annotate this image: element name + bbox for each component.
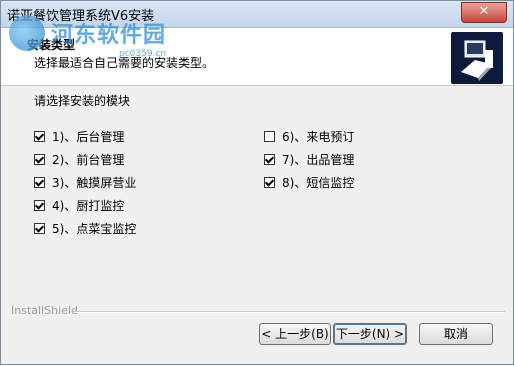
option-3[interactable]: 3)、触摸屏营业 xyxy=(34,174,136,190)
main-panel: 请选择安装的模块 1)、后台管理 2)、前台管理 3)、触摸屏营业 4)、厨打监… xyxy=(1,86,513,366)
checkbox[interactable] xyxy=(34,222,45,234)
checkbox[interactable] xyxy=(34,130,45,142)
cancel-button[interactable]: 取消 xyxy=(419,323,493,345)
option-label: 8)、短信监控 xyxy=(282,175,355,190)
header-panel: 安装类型 选择最适合自己需要的安装类型。 xyxy=(1,28,513,86)
module-prompt: 请选择安装的模块 xyxy=(34,94,131,108)
option-4[interactable]: 4)、厨打监控 xyxy=(34,197,124,213)
option-7[interactable]: 7)、出品管理 xyxy=(264,151,354,167)
checkbox[interactable] xyxy=(264,153,275,165)
title-bar: 诺亚餐饮管理系统V6安装 ✕ xyxy=(1,1,513,28)
option-label: 3)、触摸屏营业 xyxy=(52,175,137,190)
next-button[interactable]: 下一步(N) > xyxy=(333,323,407,345)
checkbox[interactable] xyxy=(34,199,45,211)
option-1[interactable]: 1)、后台管理 xyxy=(34,128,124,144)
option-5[interactable]: 5)、点菜宝监控 xyxy=(34,220,136,236)
close-button[interactable]: ✕ xyxy=(461,2,507,23)
window-title: 诺亚餐饮管理系统V6安装 xyxy=(7,9,155,24)
option-6[interactable]: 6)、来电预订 xyxy=(264,128,354,144)
installer-window: 诺亚餐饮管理系统V6安装 ✕ 安装类型 选择最适合自己需要的安装类型。 河东软件… xyxy=(0,0,514,365)
option-label: 7)、出品管理 xyxy=(282,152,355,167)
option-label: 4)、厨打监控 xyxy=(52,198,125,213)
option-label: 6)、来电预订 xyxy=(282,129,355,144)
header-subtitle: 选择最适合自己需要的安装类型。 xyxy=(34,56,215,70)
option-label: 5)、点菜宝监控 xyxy=(52,221,137,236)
header-title: 安装类型 xyxy=(27,38,76,52)
option-2[interactable]: 2)、前台管理 xyxy=(34,151,124,167)
checkbox[interactable] xyxy=(264,130,275,142)
computer-icon xyxy=(451,32,503,84)
back-button[interactable]: < 上一步(B) xyxy=(259,323,331,345)
installshield-label: InstallShield xyxy=(11,304,78,317)
footer-divider xyxy=(73,311,505,313)
option-label: 1)、后台管理 xyxy=(52,129,125,144)
checkbox[interactable] xyxy=(34,153,45,165)
option-8[interactable]: 8)、短信监控 xyxy=(264,174,354,190)
option-label: 2)、前台管理 xyxy=(52,152,125,167)
checkbox[interactable] xyxy=(264,176,275,188)
checkbox[interactable] xyxy=(34,176,45,188)
